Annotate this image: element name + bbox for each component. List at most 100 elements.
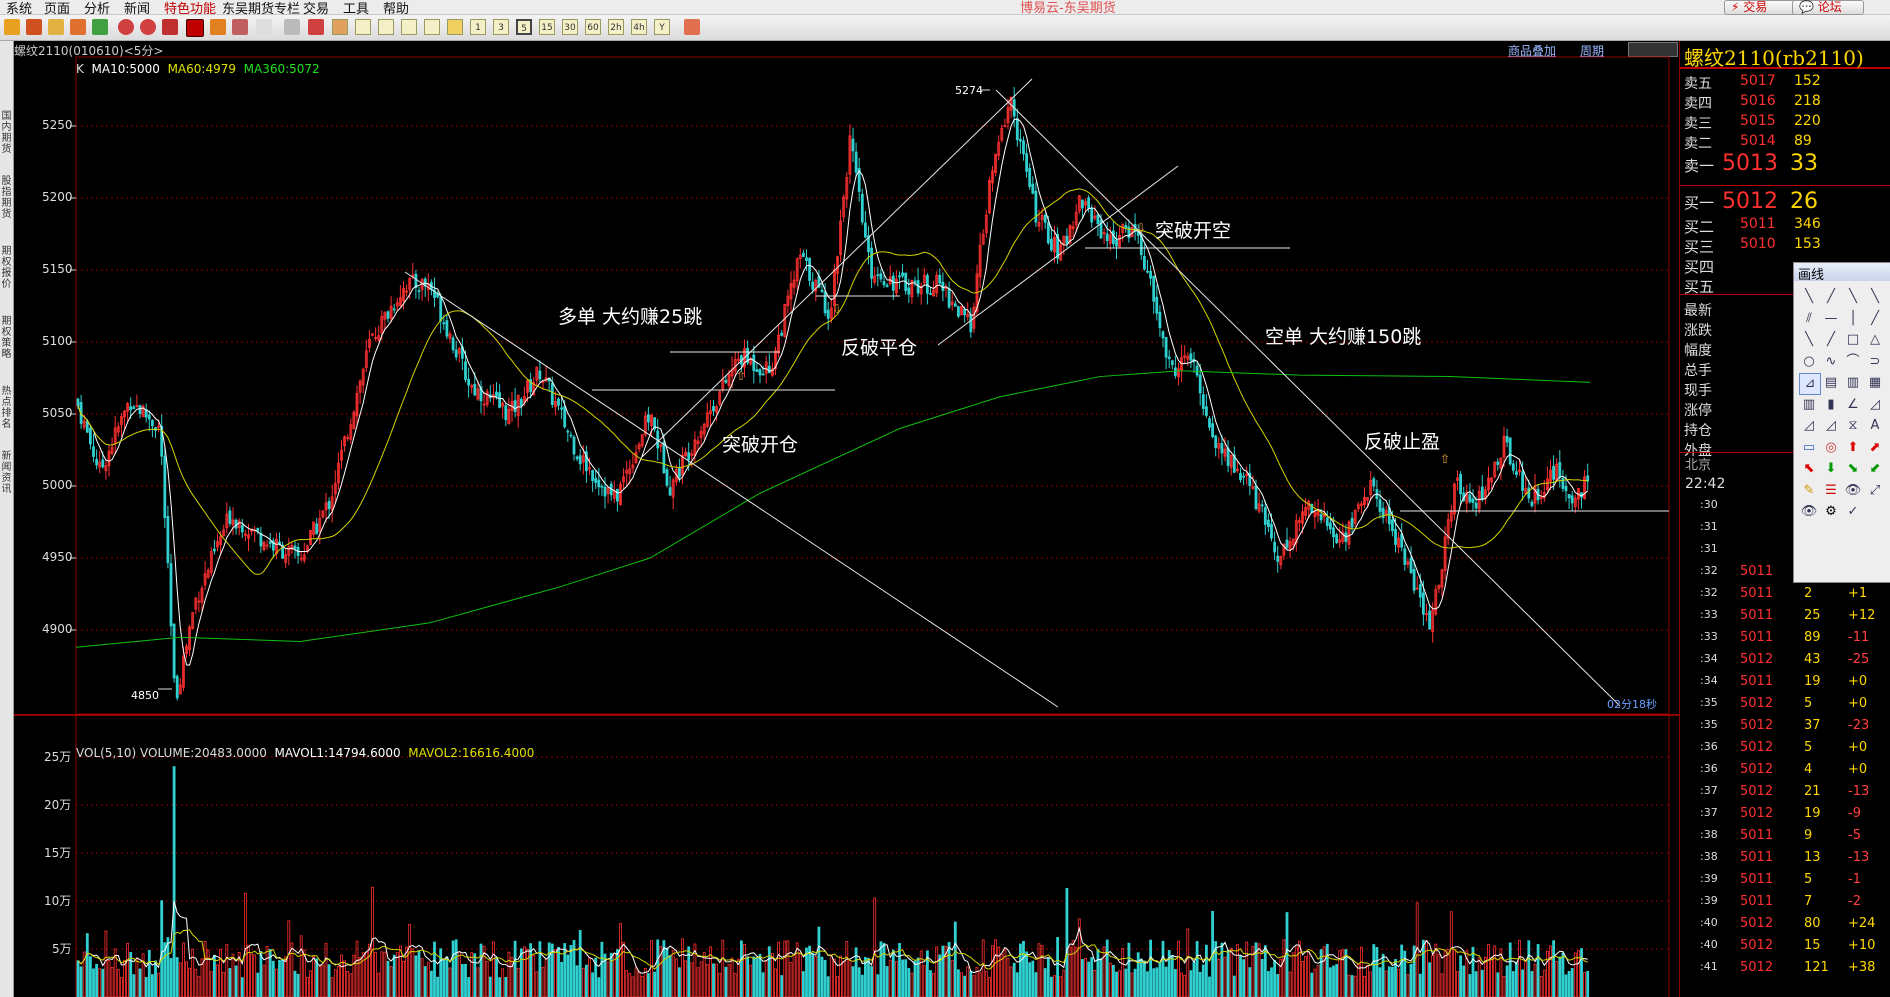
period-lines-icon[interactable]: ▮: [1821, 395, 1841, 415]
cycle-icon[interactable]: ◿: [1821, 416, 1841, 436]
price-tick-5200: 5200: [42, 190, 73, 204]
fib-fan-icon[interactable]: ⊿: [1799, 373, 1821, 395]
volume-bar: [1059, 976, 1063, 997]
rectangle-icon[interactable]: □: [1843, 330, 1863, 350]
show-all-icon[interactable]: ⤢: [1865, 481, 1885, 501]
candle-body: [392, 308, 396, 311]
volume-bar: [352, 954, 356, 997]
check-icon[interactable]: ✓: [1843, 502, 1863, 522]
eraser-icon[interactable]: ✎: [1799, 481, 1819, 501]
candle-body: [826, 309, 830, 319]
fib-time-icon[interactable]: ⧖: [1843, 416, 1863, 436]
up-arrow-icon[interactable]: ⬆: [1843, 438, 1863, 458]
down-arrow-icon[interactable]: ⬇: [1821, 459, 1841, 479]
volume-bar: [79, 966, 83, 997]
kline-chart[interactable]: ⇧ ⇩ ⇩ ⇧: [0, 0, 1890, 997]
volume-bar: [988, 977, 991, 997]
ellipse-icon[interactable]: ○: [1799, 352, 1819, 372]
candle-body: [1422, 592, 1425, 615]
parallel-icon[interactable]: ⫽: [1799, 309, 1819, 329]
tick-time: :41: [1700, 960, 1718, 973]
tick-time: :32: [1700, 586, 1718, 599]
up-right-arrow-icon[interactable]: ⬈: [1865, 438, 1885, 458]
columns-icon[interactable]: ▦: [1865, 373, 1885, 393]
candle-body: [1143, 255, 1146, 270]
volume-bar: [284, 956, 288, 997]
candle-body: [1468, 494, 1472, 503]
volume-bar: [1130, 972, 1134, 997]
line-segment-icon[interactable]: ╲: [1799, 287, 1819, 307]
ray-icon[interactable]: ╲: [1843, 287, 1863, 307]
ruler-icon[interactable]: ▭: [1799, 438, 1819, 458]
arrow-icon[interactable]: ╱: [1821, 330, 1841, 350]
volume-bar: [1282, 939, 1286, 997]
curve-icon[interactable]: ⌒: [1843, 352, 1863, 372]
volume-bar: [839, 955, 842, 997]
hide-icon[interactable]: 👁: [1843, 481, 1863, 501]
candle-body: [519, 398, 523, 407]
arrow-line-icon[interactable]: ╲: [1799, 330, 1819, 350]
trend-line-icon[interactable]: ╱: [1865, 309, 1885, 329]
candle-body: [560, 407, 563, 410]
draw-window-titlebar[interactable]: 画线 ×: [1794, 263, 1890, 283]
candle-body: [1167, 356, 1171, 360]
volume-bar: [454, 939, 458, 997]
draw-line-window[interactable]: 画线 × ╲╱╲╲⫽—│╱╲╱□△○∿⌒⊃⊿▤▥▦▥▮∠◿◿◿⧖A▭◎⬆⬈⬉⬇⬊…: [1793, 262, 1890, 583]
gear-icon[interactable]: ⚙: [1821, 502, 1841, 522]
volume-bar: [994, 939, 997, 997]
volume-bar: [402, 960, 405, 997]
candle-body: [802, 252, 805, 258]
volume-bar: [1307, 951, 1311, 997]
volume-bar: [554, 949, 557, 997]
candle-body: [913, 280, 917, 283]
eye-icon[interactable]: 👁: [1799, 502, 1819, 522]
bottom-arrow-icon[interactable]: ⬋: [1865, 459, 1885, 479]
tick-time: :37: [1700, 784, 1718, 797]
angle-icon[interactable]: ∠: [1843, 395, 1863, 415]
candle-body: [1161, 331, 1165, 339]
volume-bar: [882, 942, 886, 997]
volume-bar: [488, 976, 492, 997]
down-right-arrow-icon[interactable]: ⬊: [1843, 459, 1863, 479]
volume-bar: [1158, 962, 1162, 997]
volume-bar: [1232, 975, 1236, 997]
candle-body: [1570, 495, 1574, 504]
vertical-bars-icon[interactable]: ▥: [1799, 395, 1819, 415]
triangle-icon[interactable]: △: [1865, 330, 1885, 350]
text-icon[interactable]: A: [1865, 416, 1885, 436]
volume-bar: [439, 948, 443, 997]
volume-bar: [848, 959, 852, 997]
line-icon[interactable]: ╱: [1821, 287, 1841, 307]
volume-bar: [1434, 943, 1438, 997]
arc-icon[interactable]: ⊃: [1865, 352, 1885, 372]
candle-body: [1391, 519, 1394, 532]
gann-icon[interactable]: ◿: [1865, 395, 1885, 415]
volume-bar: [829, 954, 833, 997]
volume-bar: [1205, 944, 1208, 997]
candle-body: [1201, 394, 1205, 409]
candle-body: [1428, 610, 1431, 630]
cursor-icon[interactable]: ⬉: [1799, 459, 1819, 479]
tick-volume: 2: [1804, 586, 1813, 601]
volume-bar: [340, 954, 343, 997]
vertical-line-icon[interactable]: │: [1843, 309, 1863, 329]
volume-bar: [160, 900, 164, 997]
volume-bar: [1453, 949, 1456, 997]
fib-retrace-icon[interactable]: ▤: [1821, 373, 1841, 393]
candle-body: [138, 405, 142, 415]
wave-icon[interactable]: ∿: [1821, 352, 1841, 372]
candle-body: [1025, 153, 1028, 172]
target-icon[interactable]: ◎: [1821, 438, 1841, 458]
candle-body: [1496, 461, 1500, 465]
horizontal-line-icon[interactable]: —: [1821, 309, 1841, 329]
candle-body: [1471, 498, 1475, 503]
align-icon[interactable]: ☰: [1821, 481, 1841, 501]
volume-bar: [1037, 943, 1041, 997]
volume-bar: [1090, 957, 1094, 997]
volume-bar: [1022, 940, 1025, 997]
volume-bar: [420, 958, 424, 997]
fib-ext-icon[interactable]: ▥: [1843, 373, 1863, 393]
candle-body: [464, 361, 467, 380]
line-extend-icon[interactable]: ╲: [1865, 287, 1885, 307]
stair-icon[interactable]: ◿: [1799, 416, 1819, 436]
